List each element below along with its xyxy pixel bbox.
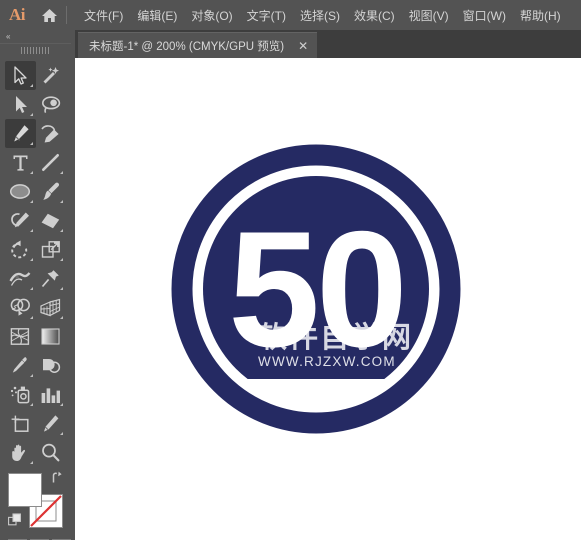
- tool-flyout-indicator: [29, 113, 33, 116]
- tool-flyout-indicator: [29, 316, 33, 319]
- document-tab-bar: 未标题-1* @ 200% (CMYK/GPU 预览) ✕: [75, 30, 581, 58]
- default-fill-stroke-icon[interactable]: [8, 513, 22, 527]
- tool-lasso[interactable]: [36, 90, 67, 119]
- tool-flyout-indicator: [60, 316, 63, 319]
- menu-bar: Ai 文件(F) 编辑(E) 对象(O) 文字(T) 选择(S) 效果(C) 视…: [0, 0, 581, 30]
- tool-rotate[interactable]: [5, 235, 36, 264]
- document-canvas[interactable]: 50 软件自学网 WWW.RJZXW.COM: [75, 58, 581, 540]
- grip-dots-icon: [20, 47, 51, 54]
- tool-flyout-indicator: [29, 403, 33, 406]
- tools-panel: «: [0, 30, 71, 540]
- tool-flyout-indicator: [60, 287, 63, 290]
- tool-width[interactable]: [5, 264, 36, 293]
- menu-item-list: 文件(F) 编辑(E) 对象(O) 文字(T) 选择(S) 效果(C) 视图(V…: [77, 2, 568, 29]
- speed-sign-graphic: 50: [171, 144, 461, 434]
- artwork-speed-limit-sign[interactable]: 50 软件自学网 WWW.RJZXW.COM: [170, 143, 462, 440]
- menu-item-file[interactable]: 文件(F): [77, 2, 130, 29]
- tool-pen[interactable]: [5, 119, 36, 148]
- menu-item-object[interactable]: 对象(O): [184, 2, 239, 29]
- tool-flyout-indicator: [29, 142, 33, 145]
- menu-item-window[interactable]: 窗口(W): [456, 2, 513, 29]
- tool-scale[interactable]: [36, 235, 67, 264]
- swap-fill-stroke-icon[interactable]: [50, 471, 64, 485]
- tool-selection[interactable]: [5, 61, 36, 90]
- tool-free-transform[interactable]: [36, 264, 67, 293]
- app-logo-icon: Ai: [9, 5, 26, 24]
- tool-eraser[interactable]: [36, 206, 67, 235]
- sign-number-text: 50: [228, 197, 404, 381]
- panel-drag-handle[interactable]: [0, 43, 71, 57]
- tool-type[interactable]: [5, 148, 36, 177]
- tool-perspective-grid[interactable]: [36, 293, 67, 322]
- tool-magic-wand[interactable]: [36, 61, 67, 90]
- document-tab-label: 未标题-1* @ 200% (CMYK/GPU 预览): [89, 40, 285, 53]
- document-tab[interactable]: 未标题-1* @ 200% (CMYK/GPU 预览) ✕: [78, 32, 318, 58]
- menu-item-select[interactable]: 选择(S): [293, 2, 347, 29]
- tool-curvature[interactable]: [36, 119, 67, 148]
- tool-blend[interactable]: [36, 351, 67, 380]
- tool-flyout-indicator: [29, 84, 33, 87]
- tool-flyout-indicator: [60, 258, 63, 261]
- tool-flyout-indicator: [29, 171, 33, 174]
- tool-hand[interactable]: [5, 438, 36, 467]
- tool-flyout-indicator: [60, 229, 63, 232]
- tool-gradient[interactable]: [36, 322, 67, 351]
- menu-item-type[interactable]: 文字(T): [240, 2, 293, 29]
- home-icon[interactable]: [34, 0, 64, 30]
- tool-shape-builder[interactable]: [5, 293, 36, 322]
- menu-item-view[interactable]: 视图(V): [402, 2, 456, 29]
- fill-stroke-controls: [8, 471, 71, 533]
- tool-flyout-indicator: [60, 403, 63, 406]
- close-icon[interactable]: ✕: [298, 40, 308, 52]
- illustrator-window: Ai 文件(F) 编辑(E) 对象(O) 文字(T) 选择(S) 效果(C) 视…: [0, 0, 581, 540]
- menu-item-effect[interactable]: 效果(C): [347, 2, 402, 29]
- menu-item-help[interactable]: 帮助(H): [513, 2, 568, 29]
- tool-zoom[interactable]: [36, 438, 67, 467]
- tool-slice[interactable]: [36, 409, 67, 438]
- tool-direct-selection[interactable]: [5, 90, 36, 119]
- tool-mesh[interactable]: [5, 322, 36, 351]
- tool-flyout-indicator: [29, 287, 33, 290]
- tool-flyout-indicator: [29, 229, 33, 232]
- tool-flyout-indicator: [29, 461, 33, 464]
- tool-grid: [0, 57, 71, 467]
- tool-flyout-indicator: [60, 171, 63, 174]
- tool-flyout-indicator: [29, 374, 33, 377]
- collapse-panel-icon[interactable]: «: [0, 30, 71, 43]
- fill-swatch[interactable]: [8, 473, 42, 507]
- tool-symbol-sprayer[interactable]: [5, 380, 36, 409]
- tool-shaper[interactable]: [5, 206, 36, 235]
- tool-flyout-indicator: [60, 200, 63, 203]
- tool-artboard[interactable]: [5, 409, 36, 438]
- tool-eyedropper[interactable]: [5, 351, 36, 380]
- menu-item-edit[interactable]: 编辑(E): [130, 2, 184, 29]
- tool-flyout-indicator: [29, 258, 33, 261]
- tool-line-segment[interactable]: [36, 148, 67, 177]
- tool-flyout-indicator: [29, 200, 33, 203]
- tool-flyout-indicator: [60, 432, 63, 435]
- tool-paintbrush[interactable]: [36, 177, 67, 206]
- menu-divider: [66, 6, 67, 24]
- tool-ellipse[interactable]: [5, 177, 36, 206]
- tool-column-graph[interactable]: [36, 380, 67, 409]
